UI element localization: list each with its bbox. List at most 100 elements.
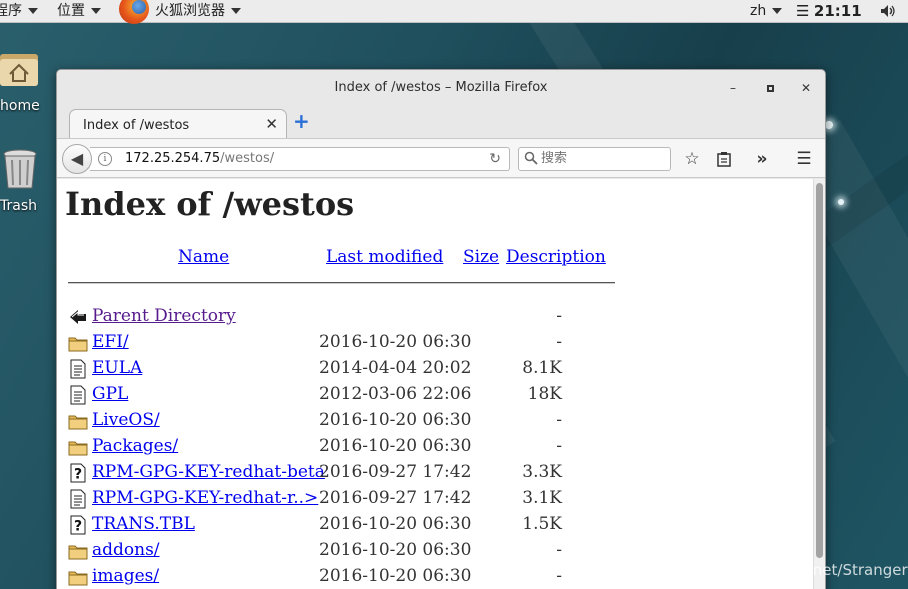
clipboard-icon [717, 152, 731, 167]
table-row: addons/2016-10-20 06:30 - [67, 540, 617, 566]
file-size: 3.1K [522, 488, 562, 508]
file-link[interactable]: EFI/ [92, 332, 129, 352]
chevron-down-icon [91, 8, 101, 14]
bookmark-star-button[interactable]: ☆ [681, 148, 703, 170]
desktop-home-icon[interactable]: home [0, 48, 40, 118]
file-link[interactable]: images/ [92, 566, 159, 586]
back-button[interactable]: ◀ [62, 144, 92, 174]
volume-button[interactable] [880, 1, 896, 22]
hamburger-menu-button[interactable]: ☰ [793, 148, 815, 170]
reload-icon[interactable]: ↻ [489, 151, 501, 167]
volume-icon [881, 5, 895, 17]
places-menu-label: 位置 [57, 3, 85, 19]
browser-app-menu[interactable]: 火狐浏览器 [155, 1, 241, 22]
maximize-button[interactable] [761, 79, 779, 97]
scrollbar-thumb[interactable] [816, 183, 823, 558]
places-menu[interactable]: 位置 [57, 1, 101, 22]
file-link[interactable]: addons/ [92, 540, 160, 560]
table-row: ? RPM-GPG-KEY-redhat-beta 2016-09-27 17:42… [67, 462, 617, 488]
clock-menu[interactable]: ☰ 21:11 [796, 1, 862, 22]
file-date: 2016-09-27 17:42 [319, 488, 472, 508]
file-size: - [556, 410, 562, 430]
menu-lines-icon: ☰ [796, 2, 810, 20]
unknown-file-icon: ? [68, 515, 88, 535]
folder-icon [68, 541, 88, 561]
hamburger-icon: ☰ [796, 149, 812, 169]
file-link[interactable]: EULA [92, 358, 142, 378]
file-size: - [556, 436, 562, 456]
firefox-icon [119, 0, 149, 24]
file-link[interactable]: GPL [92, 384, 128, 404]
url-text: 172.25.254.75/westos/ [125, 151, 274, 166]
folder-icon [68, 567, 88, 587]
folder-icon [68, 333, 88, 353]
applications-menu[interactable]: 程序 [0, 1, 38, 22]
info-icon[interactable]: i [98, 152, 112, 166]
column-header-name[interactable]: Name [178, 247, 229, 267]
chevron-down-icon [28, 8, 38, 14]
file-link[interactable]: TRANS.TBL [92, 514, 195, 534]
file-link[interactable]: RPM-GPG-KEY-redhat-beta [92, 462, 325, 482]
table-row: EFI/2016-10-20 06:30 - [67, 332, 617, 358]
new-tab-button[interactable]: + [293, 111, 310, 131]
tab-close-icon[interactable]: ✕ [265, 115, 278, 133]
table-row: Parent Directory - [67, 306, 617, 332]
file-size: - [556, 566, 562, 586]
text-file-icon [68, 359, 88, 379]
url-bar[interactable]: i 172.25.254.75/westos/ ↻ [90, 147, 510, 171]
glow-dot [838, 199, 844, 205]
svg-text:?: ? [74, 467, 82, 483]
file-link[interactable]: RPM-GPG-KEY-redhat-r..> [92, 488, 318, 508]
close-window-button[interactable]: ✕ [797, 79, 815, 97]
search-bar[interactable] [518, 147, 671, 171]
double-chevron-right-icon: » [756, 149, 768, 169]
reading-list-button[interactable] [713, 148, 735, 170]
home-folder-icon [0, 54, 38, 86]
table-row: EULA 2014-04-04 20:02 8.1K [67, 358, 617, 384]
glow-dot [825, 121, 833, 129]
file-date: 2016-10-20 06:30 [319, 436, 472, 456]
firefox-window: Index of /westos – Mozilla Firefox – ✕ I… [56, 69, 826, 589]
clock-time: 21:11 [813, 2, 862, 20]
page-content: Index of /westos Name Last modified Size… [57, 179, 825, 589]
maximize-icon [766, 85, 774, 92]
file-size: 1.5K [522, 514, 562, 534]
file-size: 8.1K [522, 358, 562, 378]
minimize-button[interactable]: – [724, 79, 742, 97]
column-header-size[interactable]: Size [463, 247, 499, 267]
desktop-trash-label: Trash [0, 198, 37, 214]
file-date: 2016-09-27 17:42 [319, 462, 472, 482]
window-titlebar[interactable]: Index of /westos – Mozilla Firefox – ✕ [57, 70, 825, 108]
text-file-icon [68, 489, 88, 509]
page-title: Index of /westos [65, 185, 355, 223]
text-file-icon [68, 385, 88, 405]
browser-app-label: 火狐浏览器 [155, 3, 225, 19]
tab-index-westos[interactable]: Index of /westos ✕ [69, 109, 287, 138]
file-date: 2016-10-20 06:30 [319, 332, 472, 352]
input-method-menu[interactable]: zh [750, 1, 783, 22]
plus-icon: + [293, 109, 310, 133]
trash-icon [3, 149, 37, 189]
folder-icon [68, 437, 88, 457]
table-row: Packages/2016-10-20 06:30 - [67, 436, 617, 462]
desktop-trash-icon[interactable]: Trash [0, 148, 40, 218]
search-input[interactable] [541, 151, 666, 166]
url-host: 172.25.254.75 [125, 151, 221, 166]
column-header-description[interactable]: Description [506, 247, 606, 267]
applications-menu-label: 程序 [0, 3, 22, 19]
overflow-button[interactable]: » [751, 148, 773, 170]
table-row: LiveOS/2016-10-20 06:30 - [67, 410, 617, 436]
unknown-file-icon: ? [68, 463, 88, 483]
file-size: - [556, 540, 562, 560]
tab-strip: Index of /westos ✕ + [57, 108, 825, 138]
file-date: 2012-03-06 22:06 [319, 384, 472, 404]
file-size: 18K [527, 384, 562, 404]
file-size: - [556, 332, 562, 352]
column-header-last-modified[interactable]: Last modified [326, 247, 443, 267]
table-row: RPM-GPG-KEY-redhat-r..> 2016-09-27 17:42 3… [67, 488, 617, 514]
file-link[interactable]: LiveOS/ [92, 410, 160, 430]
scrollbar[interactable] [813, 179, 825, 589]
arrow-left-icon: ◀ [70, 149, 84, 168]
file-link[interactable]: Parent Directory [92, 306, 236, 326]
file-link[interactable]: Packages/ [92, 436, 178, 456]
